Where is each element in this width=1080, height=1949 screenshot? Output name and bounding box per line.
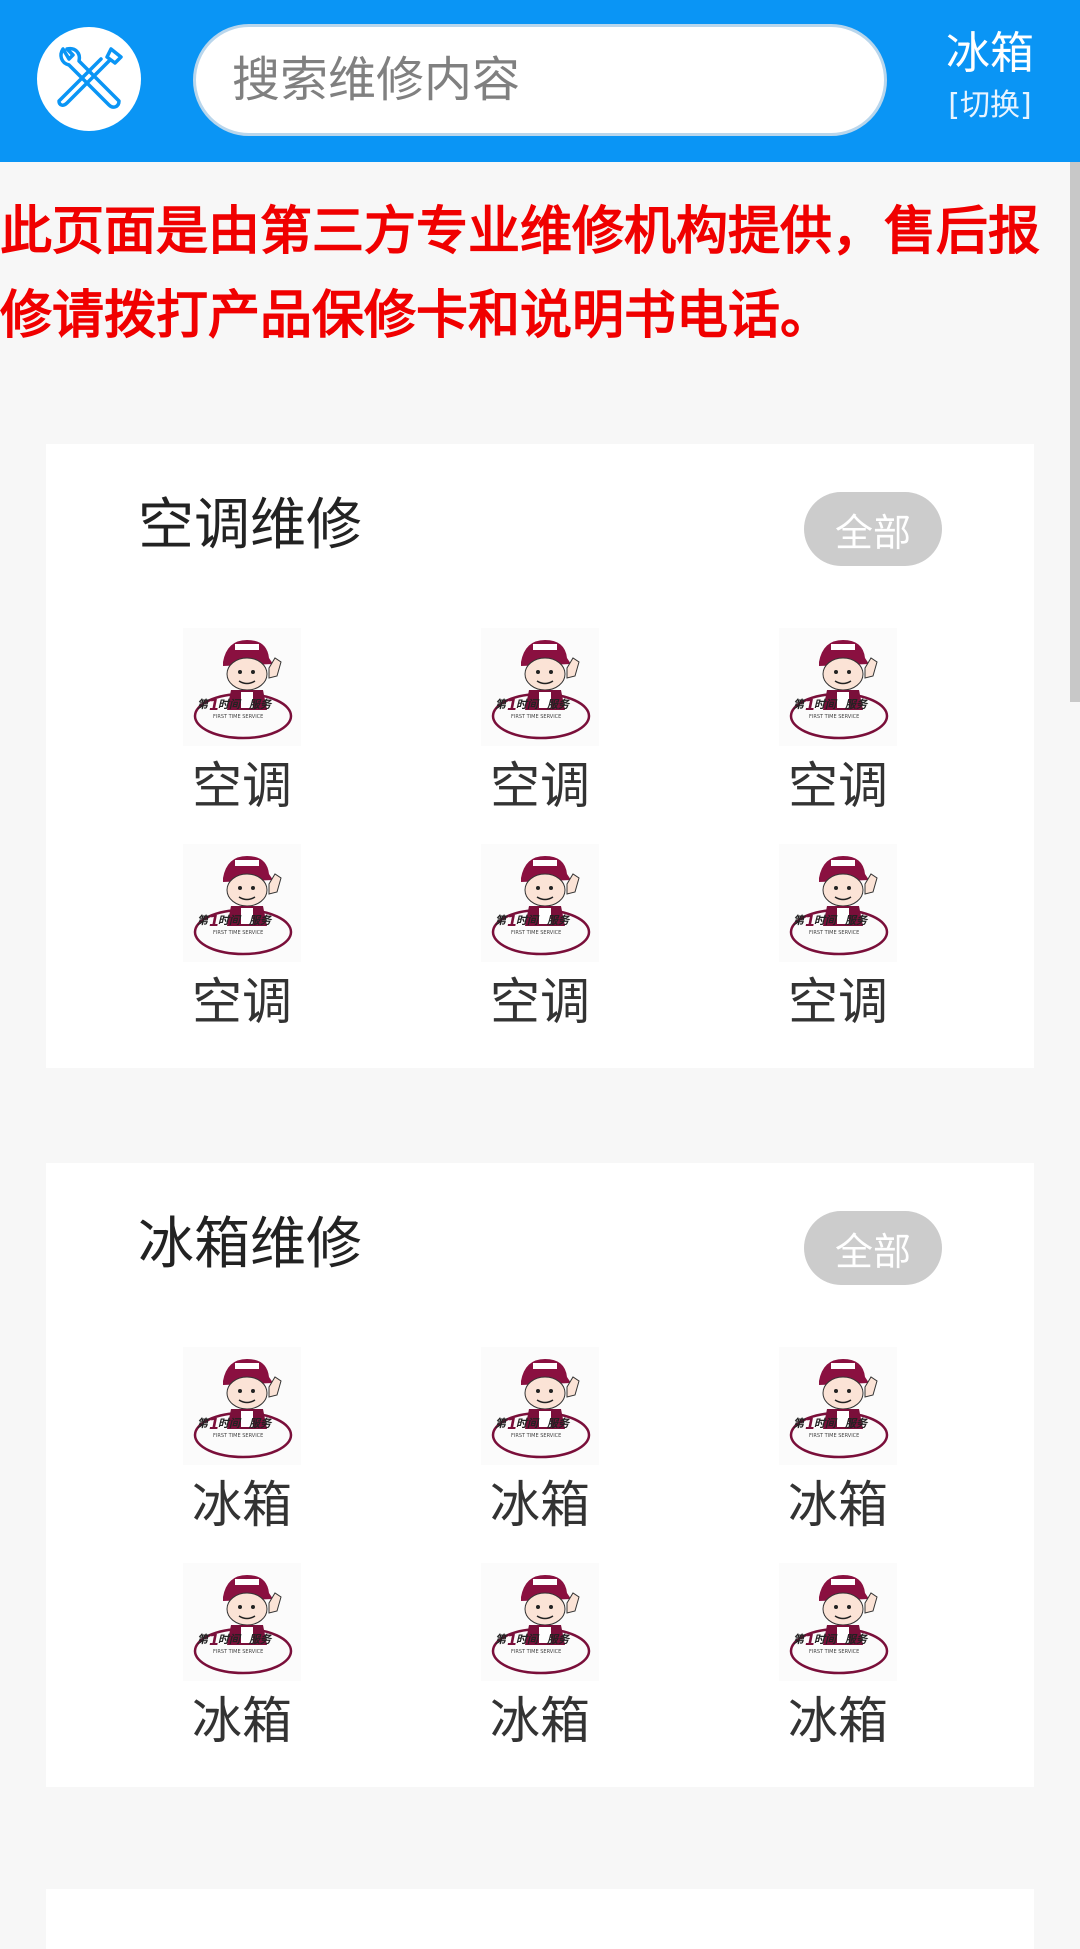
service-item-label: 冰箱 (490, 1692, 590, 1750)
service-item[interactable]: 空调 (460, 628, 620, 838)
service-item-label: 空调 (788, 757, 888, 815)
repairman-logo (481, 628, 599, 746)
top-header: 冰箱 [切换] (0, 0, 1080, 162)
repairman-logo (183, 628, 301, 746)
section-title: 冰箱维修 (138, 1212, 362, 1277)
notice-line-2: 修请拨打产品保修卡和说明书电话。 (0, 286, 833, 346)
service-item[interactable]: 冰箱 (162, 1563, 322, 1773)
service-item-label: 冰箱 (192, 1692, 292, 1750)
city-selector[interactable]: 冰箱 [切换] (935, 24, 1045, 128)
notice-line-1: 此页面是由第三方专业维修机构提供，售后报 (0, 202, 1041, 262)
repairman-logo (183, 1347, 301, 1465)
disclaimer-notice: 此页面是由第三方专业维修机构提供，售后报 修请拨打产品保修卡和说明书电话。 (0, 190, 1080, 358)
service-item-label: 空调 (192, 757, 292, 815)
service-item-label: 空调 (192, 973, 292, 1031)
service-item-label: 空调 (788, 973, 888, 1031)
service-item[interactable]: 冰箱 (758, 1563, 918, 1773)
service-item[interactable]: 冰箱 (758, 1347, 918, 1557)
service-item[interactable]: 冰箱 (460, 1347, 620, 1557)
repairman-logo (183, 1563, 301, 1681)
repairman-logo (183, 844, 301, 962)
switch-link[interactable]: [切换] (935, 84, 1045, 128)
repairman-logo (481, 1563, 599, 1681)
view-all-button[interactable]: 全部 (804, 1211, 942, 1285)
service-item[interactable]: 空调 (162, 844, 322, 1054)
wrench-screwdriver-icon[interactable] (37, 27, 141, 131)
repairman-logo (481, 1347, 599, 1465)
repairman-logo (779, 1347, 897, 1465)
repairman-logo (481, 844, 599, 962)
section-card-next (46, 1889, 1034, 1949)
service-item[interactable]: 空调 (758, 844, 918, 1054)
repairman-logo (779, 844, 897, 962)
service-item-label: 冰箱 (788, 1476, 888, 1534)
section-card-aircon: 空调维修 全部 空调 空调 空调 空调 空调 空调 (46, 444, 1034, 1068)
view-all-button[interactable]: 全部 (804, 492, 942, 566)
service-item-label: 空调 (490, 757, 590, 815)
repairman-logo (779, 628, 897, 746)
service-item[interactable]: 冰箱 (460, 1563, 620, 1773)
search-input[interactable] (193, 24, 887, 136)
service-item-label: 冰箱 (788, 1692, 888, 1750)
section-title: 空调维修 (138, 493, 362, 558)
service-item[interactable]: 冰箱 (162, 1347, 322, 1557)
service-item[interactable]: 空调 (162, 628, 322, 838)
service-item[interactable]: 空调 (460, 844, 620, 1054)
section-card-fridge: 冰箱维修 全部 冰箱 冰箱 冰箱 冰箱 冰箱 冰箱 (46, 1163, 1034, 1787)
repairman-logo (779, 1563, 897, 1681)
current-category[interactable]: 冰箱 (935, 24, 1045, 84)
service-item-label: 空调 (490, 973, 590, 1031)
service-item-label: 冰箱 (490, 1476, 590, 1534)
service-item[interactable]: 空调 (758, 628, 918, 838)
service-item-label: 冰箱 (192, 1476, 292, 1534)
